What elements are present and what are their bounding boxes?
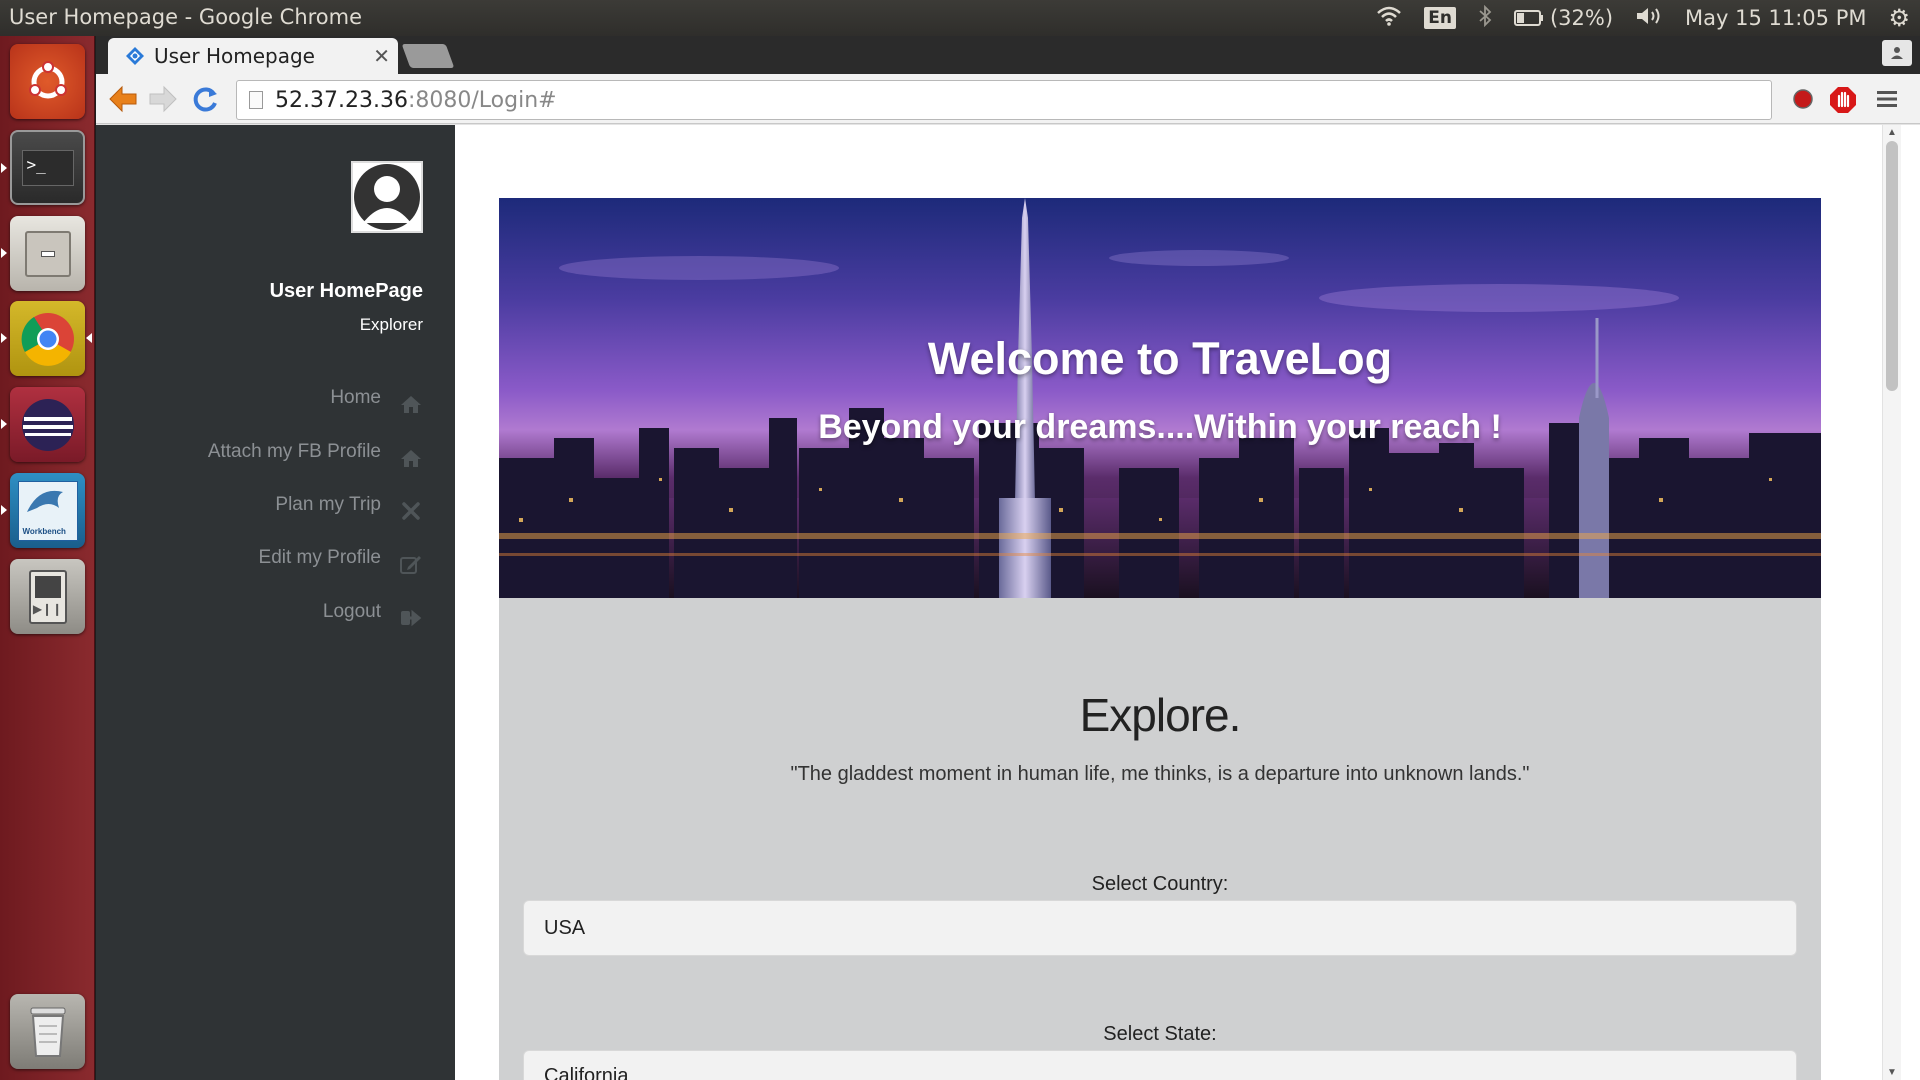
state-select-value: California <box>544 1065 629 1080</box>
focused-indicator <box>86 333 92 343</box>
cabinet-icon <box>24 230 71 277</box>
nav-item-edit-profile[interactable]: Edit my Profile <box>258 543 423 576</box>
file-manager-icon[interactable] <box>10 216 85 291</box>
edit-icon <box>399 552 423 576</box>
forward-arrow-icon[interactable] <box>146 82 180 116</box>
user-name: User HomePage <box>269 280 423 302</box>
adblock-hand-icon[interactable] <box>1829 86 1856 113</box>
running-indicator <box>1 505 7 515</box>
page-icon <box>249 91 263 109</box>
tab-title: User Homepage <box>154 44 315 68</box>
url-path: :8080/Login# <box>407 87 557 113</box>
url-host: 52.37.23.36 <box>275 87 408 113</box>
explore-title: Explore. <box>1079 689 1242 741</box>
browser-window: User Homepage ✕ 52.37.23.36:8080/Login# <box>96 36 1920 1080</box>
home-icon <box>399 392 423 416</box>
profile-icon[interactable] <box>1882 40 1912 66</box>
explore-quote: "The gladdest moment in human life, me t… <box>790 763 1530 785</box>
browser-toolbar: 52.37.23.36:8080/Login# <box>96 74 1920 124</box>
indicator-area: En (32%) May 15 11:05 PM ⚙ <box>1376 0 1910 36</box>
new-tab-button[interactable] <box>401 44 455 68</box>
page-viewport: User HomePage Explorer Home Attach my FB… <box>96 125 1920 1080</box>
nav-item-plan-trip[interactable]: Plan my Trip <box>275 490 423 520</box>
media-device-icon: ▶❙❙ <box>28 569 67 624</box>
address-bar[interactable]: 52.37.23.36:8080/Login# <box>236 80 1772 120</box>
back-arrow-icon[interactable] <box>106 82 140 116</box>
scrollbar-thumb[interactable] <box>1886 141 1898 391</box>
country-select[interactable]: USA <box>523 900 1797 956</box>
nav-item-label: Home <box>330 387 381 408</box>
nav-item-label: Plan my Trip <box>275 494 381 515</box>
running-indicator <box>1 248 7 258</box>
user-role: Explorer <box>359 315 423 334</box>
home-icon <box>399 446 423 470</box>
top-panel: User Homepage - Google Chrome En (32%) M… <box>0 0 1920 36</box>
battery-indicator[interactable]: (32%) <box>1513 6 1614 30</box>
page-scrollbar[interactable]: ▲ ▼ <box>1882 125 1901 1080</box>
hero-subtitle: Beyond your dreams....Within your reach … <box>818 408 1502 446</box>
volume-icon[interactable] <box>1635 6 1663 31</box>
terminal-icon[interactable]: >_ <box>10 130 85 205</box>
explore-panel: Explore. "The gladdest moment in human l… <box>499 598 1821 1080</box>
wifi-icon[interactable] <box>1376 6 1402 31</box>
tab-close-icon[interactable]: ✕ <box>373 44 390 68</box>
nav-item-logout[interactable]: Logout <box>323 597 423 627</box>
keyboard-layout-indicator[interactable]: En <box>1424 7 1456 29</box>
running-indicator <box>1 333 7 343</box>
window-title: User Homepage - Google Chrome <box>9 5 363 29</box>
state-label: Select State: <box>1103 1023 1217 1045</box>
workbench-label: Workbench <box>22 526 66 536</box>
logout-icon <box>399 606 423 630</box>
terminal-prompt-icon: >_ <box>21 149 74 186</box>
city-skyline-image <box>499 198 1821 598</box>
record-extension-icon[interactable] <box>1790 86 1816 112</box>
avatar <box>351 161 423 233</box>
tab-strip: User Homepage ✕ <box>96 36 1920 74</box>
nav-item-home[interactable]: Home <box>330 383 423 413</box>
dolphin-icon: Workbench <box>17 480 78 541</box>
nav-item-label: Attach my FB Profile <box>207 441 381 462</box>
settings-gear-icon[interactable]: ⚙ <box>1888 4 1910 32</box>
main-content: Welcome to TraveLog Beyond your dreams..… <box>455 125 1901 1080</box>
menu-hamburger-icon[interactable] <box>1874 86 1900 112</box>
sidebar: User HomePage Explorer Home Attach my FB… <box>96 125 455 1080</box>
eclipse-icon[interactable] <box>10 387 85 462</box>
state-select[interactable]: California <box>523 1050 1797 1080</box>
nav-item-label: Edit my Profile <box>258 547 381 568</box>
scroll-up-arrow-icon[interactable]: ▲ <box>1887 127 1897 138</box>
media-player-icon[interactable]: ▶❙❙ <box>10 559 85 634</box>
launcher: >_ Workbench ▶❙❙ <box>0 36 95 1080</box>
country-label: Select Country: <box>1091 873 1229 895</box>
mysql-workbench-icon[interactable]: Workbench <box>10 473 85 548</box>
battery-icon <box>1513 10 1543 26</box>
nav-item-attach-fb[interactable]: Attach my FB Profile <box>208 437 423 467</box>
nav-item-label: Logout <box>322 601 381 622</box>
clock[interactable]: May 15 11:05 PM <box>1685 6 1866 30</box>
running-indicator <box>1 419 7 429</box>
tools-icon <box>399 499 423 523</box>
tab-user-homepage[interactable]: User Homepage ✕ <box>108 38 398 74</box>
battery-percent: (32%) <box>1549 6 1614 30</box>
running-indicator <box>1 163 7 173</box>
hero-banner: Welcome to TraveLog Beyond your dreams..… <box>499 198 1821 598</box>
reload-icon[interactable] <box>188 82 222 116</box>
ubuntu-dash-icon[interactable] <box>10 44 85 119</box>
country-select-value: USA <box>544 916 586 939</box>
hero-title: Welcome to TraveLog <box>927 333 1393 384</box>
scroll-down-arrow-icon[interactable]: ▼ <box>1887 1067 1897 1078</box>
favicon-icon <box>126 47 144 65</box>
bluetooth-icon[interactable] <box>1478 4 1492 32</box>
trash-icon[interactable] <box>10 994 85 1069</box>
chrome-icon[interactable] <box>10 301 85 376</box>
